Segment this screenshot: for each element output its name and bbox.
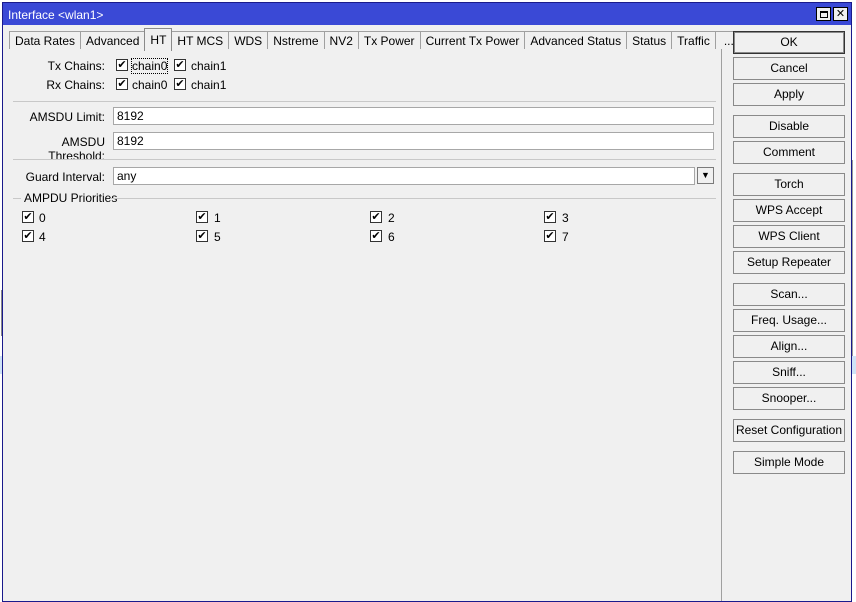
- ampdu-priorities-label: AMPDU Priorities: [24, 191, 118, 205]
- maximize-icon: [819, 10, 828, 18]
- ampdu-priority-5-checkbox[interactable]: ✔: [196, 230, 208, 242]
- group-border: [13, 198, 21, 199]
- check-icon: ✔: [23, 230, 33, 242]
- freq-usage-button[interactable]: Freq. Usage...: [733, 309, 845, 332]
- tab-bar: Data Rates Advanced HT HT MCS WDS Nstrem…: [9, 28, 743, 51]
- tab-ht-mcs[interactable]: HT MCS: [171, 31, 230, 51]
- wps-client-button[interactable]: WPS Client: [733, 225, 845, 248]
- check-icon: ✔: [175, 59, 185, 71]
- guard-interval-select[interactable]: any: [113, 167, 695, 185]
- ampdu-priority-6-label: 6: [388, 230, 395, 244]
- ampdu-priority-3-checkbox[interactable]: ✔: [544, 211, 556, 223]
- tab-advanced[interactable]: Advanced: [80, 31, 146, 51]
- group-border: [110, 198, 716, 199]
- ampdu-priority-2-label: 2: [388, 211, 395, 225]
- tab-status[interactable]: Status: [626, 31, 673, 51]
- ampdu-priority-6-checkbox[interactable]: ✔: [370, 230, 382, 242]
- sniff-button[interactable]: Sniff...: [733, 361, 845, 384]
- close-button[interactable]: ✕: [833, 7, 848, 21]
- tab-nstreme[interactable]: Nstreme: [267, 31, 325, 51]
- background-selected-row: [852, 356, 856, 374]
- check-icon: ✔: [117, 78, 127, 90]
- check-icon: ✔: [545, 230, 555, 242]
- snooper-button[interactable]: Snooper...: [733, 387, 845, 410]
- check-icon: ✔: [23, 211, 33, 223]
- check-icon: ✔: [197, 211, 207, 223]
- ampdu-priority-7-label: 7: [562, 230, 569, 244]
- ampdu-priority-0-checkbox[interactable]: ✔: [22, 211, 34, 223]
- ampdu-priority-1-label: 1: [214, 211, 221, 225]
- tab-data-rates[interactable]: Data Rates: [9, 31, 82, 51]
- tx-chain1-label[interactable]: chain1: [191, 59, 226, 73]
- amsdu-limit-input[interactable]: 8192: [113, 107, 714, 125]
- tx-chain0-checkbox[interactable]: ✔: [116, 59, 128, 71]
- scan-button[interactable]: Scan...: [733, 283, 845, 306]
- comment-button[interactable]: Comment: [733, 141, 845, 164]
- ht-tab-panel: Tx Chains: ✔ chain0 ✔ chain1 Rx Chains: …: [6, 49, 722, 601]
- background-window-edge: [852, 160, 856, 356]
- ampdu-priority-5-label: 5: [214, 230, 221, 244]
- amsdu-threshold-input[interactable]: 8192: [113, 132, 714, 150]
- apply-button[interactable]: Apply: [733, 83, 845, 106]
- rx-chain1-label[interactable]: chain1: [191, 78, 226, 92]
- check-icon: ✔: [117, 59, 127, 71]
- section-divider: [13, 101, 716, 102]
- ampdu-priority-1-checkbox[interactable]: ✔: [196, 211, 208, 223]
- tab-nv2[interactable]: NV2: [323, 31, 359, 51]
- rx-chain0-label[interactable]: chain0: [132, 78, 167, 92]
- section-divider: [13, 159, 716, 160]
- check-icon: ✔: [175, 78, 185, 90]
- chevron-down-icon: ▼: [701, 170, 710, 180]
- check-icon: ✔: [197, 230, 207, 242]
- title-bar[interactable]: Interface <wlan1> ✕: [3, 3, 851, 25]
- simple-mode-button[interactable]: Simple Mode: [733, 451, 845, 474]
- tab-ht[interactable]: HT: [144, 28, 173, 51]
- rx-chains-label: Rx Chains:: [46, 78, 105, 92]
- tab-current-tx-power[interactable]: Current Tx Power: [419, 31, 526, 51]
- tab-advanced-status[interactable]: Advanced Status: [524, 31, 628, 51]
- tab-traffic[interactable]: Traffic: [671, 31, 716, 51]
- tab-wds[interactable]: WDS: [228, 31, 269, 51]
- window-title: Interface <wlan1>: [8, 8, 104, 22]
- ampdu-priority-4-label: 4: [39, 230, 46, 244]
- rx-chain0-checkbox[interactable]: ✔: [116, 78, 128, 90]
- check-icon: ✔: [371, 211, 381, 223]
- ok-button[interactable]: OK: [733, 31, 845, 54]
- guard-interval-dropdown-button[interactable]: ▼: [697, 167, 714, 184]
- align-button[interactable]: Align...: [733, 335, 845, 358]
- guard-interval-label: Guard Interval:: [25, 170, 105, 184]
- tab-tx-power[interactable]: Tx Power: [357, 31, 421, 51]
- reset-configuration-button[interactable]: Reset Configuration: [733, 419, 845, 442]
- ampdu-priority-3-label: 3: [562, 211, 569, 225]
- tx-chain1-checkbox[interactable]: ✔: [174, 59, 186, 71]
- ampdu-priority-0-label: 0: [39, 211, 46, 225]
- interface-dialog: Interface <wlan1> ✕ Data Rates Advanced …: [2, 2, 852, 602]
- ampdu-priority-7-checkbox[interactable]: ✔: [544, 230, 556, 242]
- torch-button[interactable]: Torch: [733, 173, 845, 196]
- cancel-button[interactable]: Cancel: [733, 57, 845, 80]
- tx-chain0-label[interactable]: chain0: [130, 58, 169, 74]
- maximize-button[interactable]: [816, 7, 831, 21]
- amsdu-limit-label: AMSDU Limit:: [29, 110, 105, 124]
- setup-repeater-button[interactable]: Setup Repeater: [733, 251, 845, 274]
- ampdu-priority-4-checkbox[interactable]: ✔: [22, 230, 34, 242]
- ampdu-priority-2-checkbox[interactable]: ✔: [370, 211, 382, 223]
- rx-chain1-checkbox[interactable]: ✔: [174, 78, 186, 90]
- disable-button[interactable]: Disable: [733, 115, 845, 138]
- check-icon: ✔: [545, 211, 555, 223]
- close-icon: ✕: [835, 7, 846, 20]
- wps-accept-button[interactable]: WPS Accept: [733, 199, 845, 222]
- tx-chains-label: Tx Chains:: [47, 59, 105, 73]
- check-icon: ✔: [371, 230, 381, 242]
